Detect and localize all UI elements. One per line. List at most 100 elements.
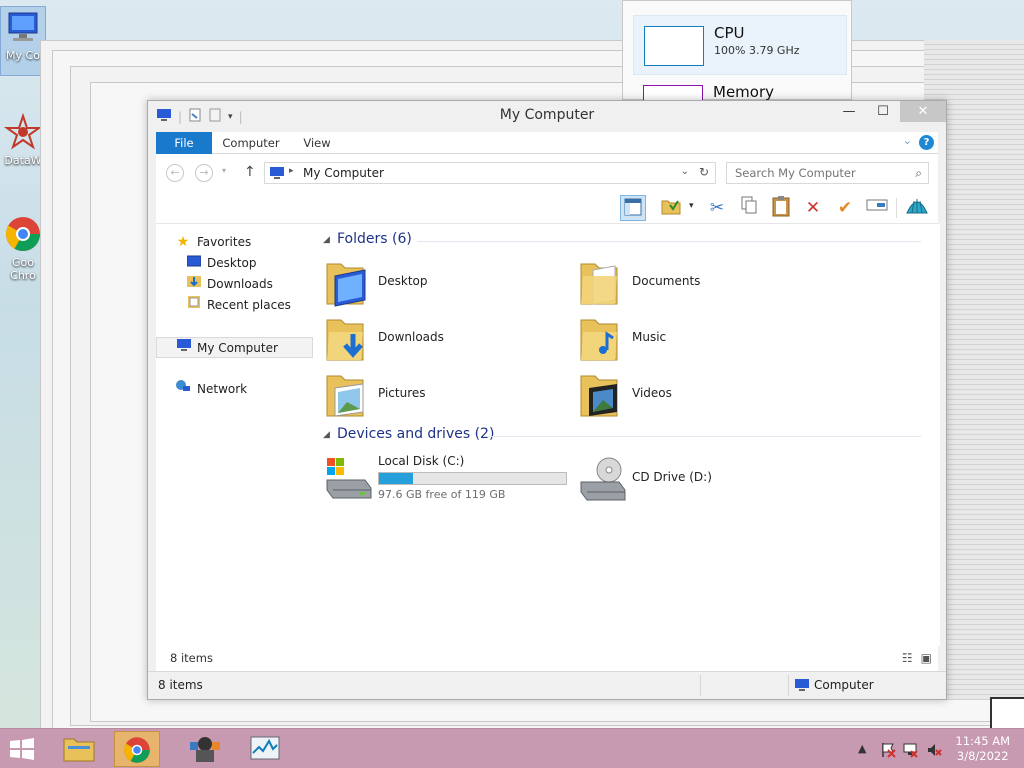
- window-fragment: [990, 697, 1024, 729]
- memory-graph: [643, 85, 703, 101]
- hard-drive-icon: [325, 458, 373, 503]
- breadcrumb[interactable]: My Computer: [303, 166, 384, 180]
- folder-label: Music: [632, 330, 667, 344]
- taskbar: ▲ 11:45 AM 3/8/2022: [0, 728, 1024, 768]
- address-bar[interactable]: ▸ My Computer ⌄ ↻: [264, 162, 716, 184]
- drive-label: CD Drive (D:): [632, 470, 712, 484]
- divider: [417, 241, 921, 242]
- tab-view[interactable]: View: [290, 132, 344, 154]
- nav-favorites[interactable]: ★ Favorites: [156, 232, 313, 253]
- shell-icon[interactable]: [904, 195, 930, 221]
- folder-downloads[interactable]: Downloads: [325, 312, 565, 364]
- clock-date: 3/8/2022: [956, 749, 1009, 763]
- tab-computer[interactable]: Computer: [214, 132, 288, 154]
- drive-label: Local Disk (C:): [378, 454, 465, 468]
- recent-locations-icon[interactable]: ▾: [222, 166, 226, 175]
- nav-desktop[interactable]: Desktop: [156, 253, 313, 274]
- help-icon[interactable]: ?: [919, 135, 934, 150]
- folder-documents[interactable]: Documents: [579, 256, 819, 308]
- navigation-pane: ★ Favorites Desktop Downloads Recent pla…: [156, 224, 313, 646]
- search-box[interactable]: ⌕: [726, 162, 929, 184]
- volume-muted-icon[interactable]: [926, 742, 942, 761]
- paste-icon[interactable]: [768, 195, 794, 221]
- item-count: 8 items: [170, 651, 213, 665]
- nav-downloads[interactable]: Downloads: [156, 274, 313, 295]
- taskbar-chrome[interactable]: [114, 731, 160, 767]
- nav-network[interactable]: Network: [156, 379, 313, 400]
- tab-file[interactable]: File: [156, 132, 212, 154]
- nav-label: My Computer: [197, 341, 278, 355]
- tm-cpu-item[interactable]: CPU 100% 3.79 GHz: [633, 15, 847, 75]
- videos-folder-icon: [579, 368, 625, 420]
- up-button[interactable]: ↑: [244, 164, 256, 180]
- drive-cd-d[interactable]: CD Drive (D:): [579, 454, 829, 510]
- minimize-button[interactable]: —: [832, 101, 866, 122]
- folder-label: Desktop: [378, 274, 428, 288]
- nav-recent-places[interactable]: Recent places: [156, 295, 313, 316]
- folder-label: Downloads: [378, 330, 444, 344]
- preview-pane-button[interactable]: [620, 195, 646, 221]
- group-title: Devices and drives (2): [337, 426, 495, 442]
- collapse-icon[interactable]: ◢: [323, 235, 330, 245]
- nav-label: Desktop: [207, 256, 257, 270]
- divider: [483, 436, 921, 437]
- delete-icon[interactable]: ✕: [800, 195, 826, 221]
- folder-music[interactable]: Music: [579, 312, 819, 364]
- details-view-icon[interactable]: ☷: [902, 651, 913, 665]
- breadcrumb-chevron-icon[interactable]: ▸: [289, 166, 294, 176]
- content-pane: ◢ Folders (6) Desktop Documents Download…: [313, 224, 940, 646]
- properties-button[interactable]: [658, 195, 684, 221]
- nav-label: Downloads: [207, 277, 273, 291]
- cpu-graph: [644, 26, 704, 66]
- taskbar-file-explorer[interactable]: [56, 731, 102, 767]
- nav-label: Recent places: [207, 298, 291, 312]
- drives-group-header[interactable]: ◢ Devices and drives (2): [313, 426, 929, 446]
- star-icon: ★: [176, 234, 190, 250]
- network-status-icon[interactable]: [902, 742, 918, 761]
- cut-icon[interactable]: ✂: [704, 195, 730, 221]
- rename-icon[interactable]: [864, 195, 890, 221]
- folder-label: Pictures: [378, 386, 426, 400]
- large-icons-view-icon[interactable]: ▣: [921, 651, 932, 665]
- title-bar[interactable]: | ▾ | My Computer — ☐ ✕: [148, 101, 946, 131]
- desktop-icon-label: My Co: [6, 49, 40, 62]
- downloads-folder-icon: [325, 312, 371, 364]
- copy-icon[interactable]: [736, 195, 762, 221]
- downloads-icon: [186, 274, 202, 295]
- folder-desktop[interactable]: Desktop: [325, 256, 565, 308]
- folders-group-header[interactable]: ◢ Folders (6): [313, 231, 929, 251]
- taskbar-app-cmd[interactable]: [182, 731, 228, 767]
- properties-dropdown-icon[interactable]: ▾: [689, 201, 694, 211]
- collapse-icon[interactable]: ◢: [323, 430, 330, 440]
- close-button[interactable]: ✕: [900, 101, 946, 122]
- datawatch-icon: [3, 112, 43, 152]
- window-title: My Computer: [499, 107, 595, 123]
- expand-ribbon-icon[interactable]: ⌄: [903, 134, 912, 147]
- separator: [700, 675, 701, 696]
- documents-folder-icon: [579, 256, 625, 308]
- folder-videos[interactable]: Videos: [579, 368, 819, 420]
- action-center-icon[interactable]: [880, 742, 896, 761]
- address-dropdown-icon[interactable]: ⌄: [681, 166, 689, 177]
- forward-button[interactable]: →: [195, 164, 213, 182]
- maximize-button[interactable]: ☐: [866, 101, 900, 122]
- drive-local-disk-c[interactable]: Local Disk (C:) 97.6 GB free of 119 GB: [325, 454, 575, 510]
- clock[interactable]: 11:45 AM 3/8/2022: [955, 734, 1010, 764]
- start-button[interactable]: [8, 737, 36, 761]
- tm-cpu-name: CPU: [714, 24, 745, 42]
- desktop-icon-label: Goo Chro: [10, 256, 36, 282]
- recent-places-icon: [186, 295, 202, 316]
- folder-pictures[interactable]: Pictures: [325, 368, 565, 420]
- show-hidden-icons-icon[interactable]: ▲: [858, 742, 866, 755]
- tm-memory-item[interactable]: Memory: [633, 75, 847, 101]
- search-input[interactable]: [727, 163, 907, 183]
- disk-usage-fill: [379, 473, 413, 484]
- content-status: 8 items ☷ ▣: [156, 646, 938, 671]
- checkmark-icon[interactable]: ✔: [832, 195, 858, 221]
- cd-drive-icon: [579, 456, 627, 505]
- nav-my-computer[interactable]: My Computer: [156, 337, 313, 358]
- taskbar-task-manager[interactable]: [242, 731, 288, 767]
- refresh-icon[interactable]: ↻: [699, 165, 709, 179]
- back-button[interactable]: ←: [166, 164, 184, 182]
- search-icon[interactable]: ⌕: [915, 166, 922, 181]
